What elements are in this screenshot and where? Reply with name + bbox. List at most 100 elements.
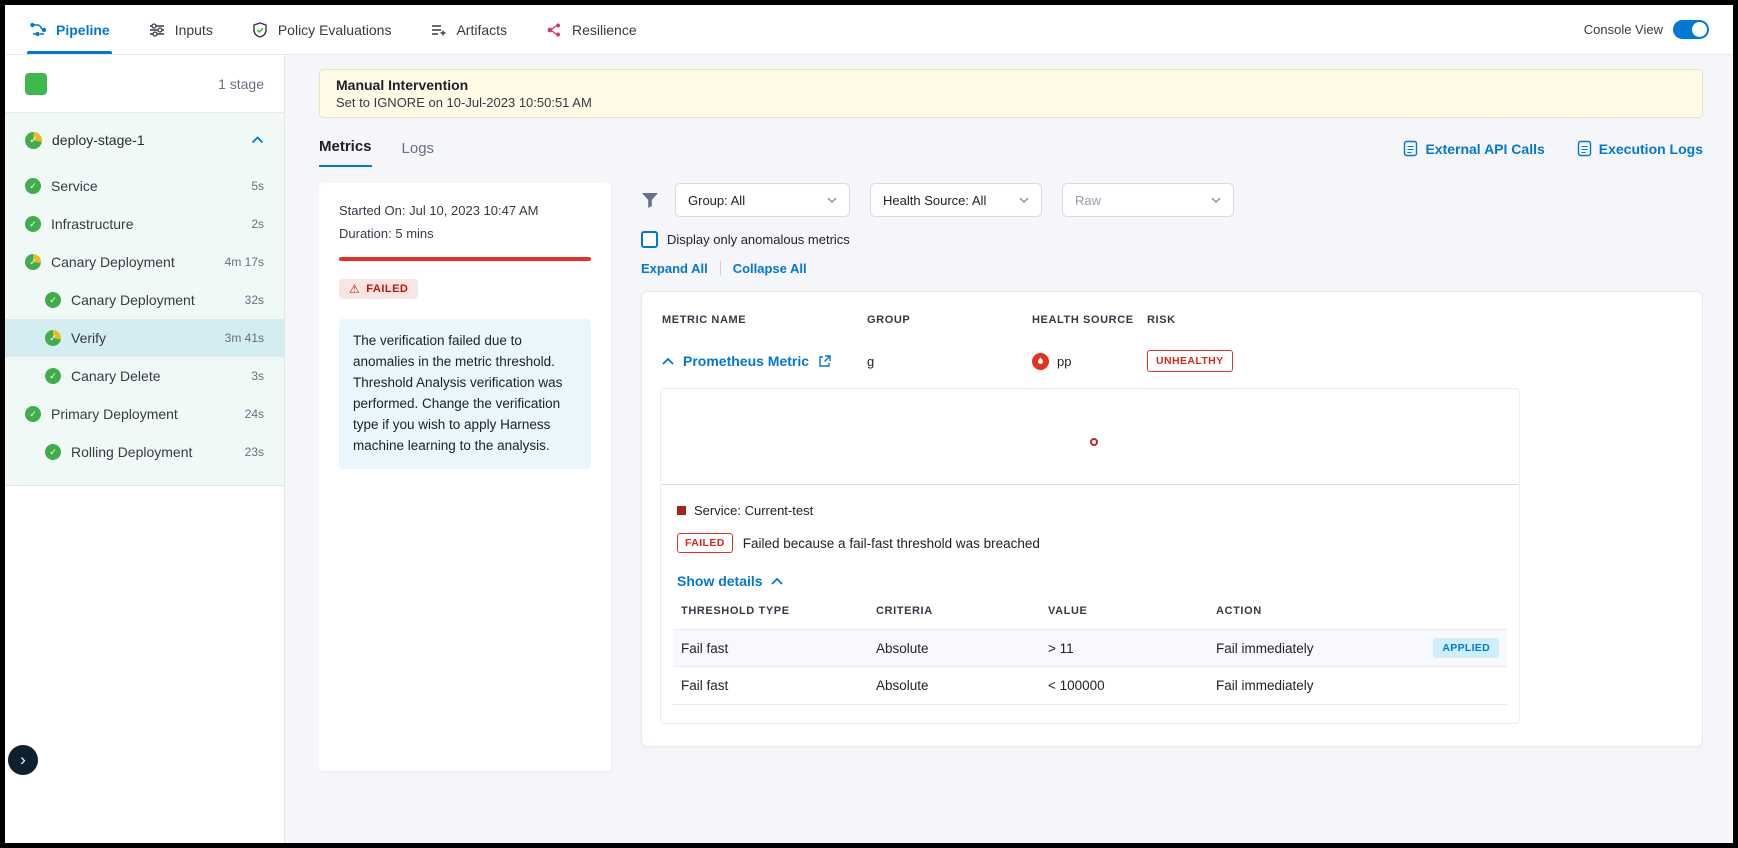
show-details-link[interactable]: Show details xyxy=(661,553,1519,589)
step-canary-deployment[interactable]: Canary Deployment 32s xyxy=(5,281,284,319)
top-links: External API Calls Execution Logs xyxy=(1403,140,1703,167)
thresholds-table-header: THRESHOLD TYPE CRITERIA VALUE ACTION xyxy=(673,605,1507,629)
tab-logs[interactable]: Logs xyxy=(402,140,435,167)
metrics-panel: Group: All Health Source: All Raw xyxy=(641,183,1703,843)
collapse-all-link[interactable]: Collapse All xyxy=(733,261,807,276)
top-nav: Pipeline Inputs Policy Evaluations Artif… xyxy=(5,5,1733,55)
metric-chart[interactable] xyxy=(662,389,1518,485)
tab-inputs-label: Inputs xyxy=(175,22,213,38)
tab-metrics[interactable]: Metrics xyxy=(319,138,372,167)
thresholds-table: THRESHOLD TYPE CRITERIA VALUE ACTION Fai… xyxy=(673,605,1507,705)
console-view-control: Console View xyxy=(1584,20,1709,39)
tab-policy-evaluations-label: Policy Evaluations xyxy=(278,22,392,38)
stage-status-icon xyxy=(25,132,42,149)
group-filter-select[interactable]: Group: All xyxy=(675,183,850,217)
success-icon xyxy=(25,406,41,422)
metrics-table-header: METRIC NAME GROUP HEALTH SOURCE RISK xyxy=(660,298,1684,338)
stage-status-square[interactable] xyxy=(25,73,47,95)
success-warning-icon xyxy=(25,254,41,270)
failure-description: The verification failed due to anomalies… xyxy=(339,319,591,469)
anomalous-metrics-checkbox[interactable] xyxy=(641,231,658,248)
step-canary-deployment-group[interactable]: Canary Deployment 4m 17s xyxy=(5,243,284,281)
fail-fast-message: Failed because a fail-fast threshold was… xyxy=(743,536,1040,551)
chart-legend: Service: Current-test xyxy=(661,485,1519,518)
filter-funnel-icon[interactable] xyxy=(641,192,659,208)
step-service[interactable]: Service 5s xyxy=(5,167,284,205)
manual-intervention-banner: Manual Intervention Set to IGNORE on 10-… xyxy=(319,69,1703,118)
metric-expanded-detail: Service: Current-test FAILED Failed beca… xyxy=(660,388,1520,724)
success-icon xyxy=(25,178,41,194)
chevron-down-icon xyxy=(1211,197,1221,203)
console-view-toggle[interactable] xyxy=(1673,20,1709,39)
resilience-icon xyxy=(545,21,563,39)
banner-subtitle: Set to IGNORE on 10-Jul-2023 10:50:51 AM xyxy=(336,95,1686,110)
step-canary-delete[interactable]: Canary Delete 3s xyxy=(5,357,284,395)
duration: Duration: 5 mins xyxy=(339,226,591,241)
banner-title: Manual Intervention xyxy=(336,77,1686,93)
failed-outline-badge: FAILED xyxy=(677,533,733,553)
top-nav-tabs: Pipeline Inputs Policy Evaluations Artif… xyxy=(29,5,637,54)
warning-triangle-icon: ⚠ xyxy=(349,283,360,295)
success-icon xyxy=(45,368,61,384)
external-api-calls-link[interactable]: External API Calls xyxy=(1403,140,1544,157)
threshold-row: Fail fast Absolute < 100000 Fail immedia… xyxy=(673,667,1507,705)
stage-name: deploy-stage-1 xyxy=(52,132,241,148)
api-document-icon xyxy=(1403,140,1418,157)
expand-collapse-row: Expand All Collapse All xyxy=(641,261,1703,276)
step-detail-tabs: Metrics Logs External API Calls Executio… xyxy=(319,138,1703,167)
anomalous-metrics-label: Display only anomalous metrics xyxy=(667,232,850,247)
logs-document-icon xyxy=(1577,140,1592,157)
stage-header[interactable]: deploy-stage-1 xyxy=(5,113,284,167)
divider xyxy=(720,261,721,276)
success-icon xyxy=(25,216,41,232)
execution-logs-link[interactable]: Execution Logs xyxy=(1577,140,1703,157)
filter-row: Group: All Health Source: All Raw xyxy=(641,183,1703,217)
metric-name-cell[interactable]: Prometheus Metric xyxy=(662,353,867,369)
threshold-row: Fail fast Absolute > 11 Fail immediately… xyxy=(673,629,1507,667)
legend-swatch xyxy=(677,506,686,515)
chevron-down-icon xyxy=(1019,197,1029,203)
console-view-label: Console View xyxy=(1584,22,1663,37)
tab-resilience-label: Resilience xyxy=(572,22,637,38)
chevron-up-icon[interactable] xyxy=(251,136,264,144)
tab-pipeline-label: Pipeline xyxy=(56,22,110,38)
tab-inputs[interactable]: Inputs xyxy=(148,5,213,54)
metric-view-select[interactable]: Raw xyxy=(1062,183,1234,217)
artifacts-icon xyxy=(429,21,447,39)
shield-check-icon xyxy=(251,21,269,39)
step-verify[interactable]: Verify 3m 41s xyxy=(5,319,284,357)
tab-policy-evaluations[interactable]: Policy Evaluations xyxy=(251,5,392,54)
step-rolling-deployment[interactable]: Rolling Deployment 23s xyxy=(5,433,284,471)
health-source-filter-select[interactable]: Health Source: All xyxy=(870,183,1042,217)
anomalous-data-point[interactable] xyxy=(1090,438,1098,446)
tab-resilience[interactable]: Resilience xyxy=(545,5,637,54)
chevron-up-icon xyxy=(771,578,783,585)
sidebar-summary-row: 1 stage xyxy=(5,55,284,113)
pipeline-execution-page: Pipeline Inputs Policy Evaluations Artif… xyxy=(5,5,1733,843)
pipeline-icon xyxy=(29,21,47,39)
step-primary-deployment[interactable]: Primary Deployment 24s xyxy=(5,395,284,433)
risk-badge-unhealthy: UNHEALTHY xyxy=(1147,350,1233,372)
tab-artifacts-label: Artifacts xyxy=(456,22,507,38)
expand-all-link[interactable]: Expand All xyxy=(641,261,708,276)
anomalous-metrics-checkbox-row[interactable]: Display only anomalous metrics xyxy=(641,231,1703,248)
step-infrastructure[interactable]: Infrastructure 2s xyxy=(5,205,284,243)
applied-badge: APPLIED xyxy=(1433,638,1499,658)
tab-artifacts[interactable]: Artifacts xyxy=(429,5,507,54)
metric-row: Prometheus Metric g pp UNHEALTHY xyxy=(660,338,1684,384)
success-icon xyxy=(45,444,61,460)
chevron-up-icon[interactable] xyxy=(662,358,674,365)
metric-group-cell: g xyxy=(867,354,1032,369)
inputs-icon xyxy=(148,21,166,39)
metrics-table-card: METRIC NAME GROUP HEALTH SOURCE RISK Pro… xyxy=(641,291,1703,747)
metrics-content: Started On: Jul 10, 2023 10:47 AM Durati… xyxy=(319,183,1703,843)
success-warning-icon xyxy=(45,330,61,346)
verification-summary-card: Started On: Jul 10, 2023 10:47 AM Durati… xyxy=(319,183,611,771)
success-icon xyxy=(45,292,61,308)
verification-status-badge: ⚠ FAILED xyxy=(339,279,418,299)
verification-progress-bar xyxy=(339,257,591,261)
sidebar-collapse-button[interactable]: › xyxy=(8,745,38,775)
external-link-icon[interactable] xyxy=(818,355,831,368)
main-content: Manual Intervention Set to IGNORE on 10-… xyxy=(285,55,1733,843)
tab-pipeline[interactable]: Pipeline xyxy=(29,5,110,54)
